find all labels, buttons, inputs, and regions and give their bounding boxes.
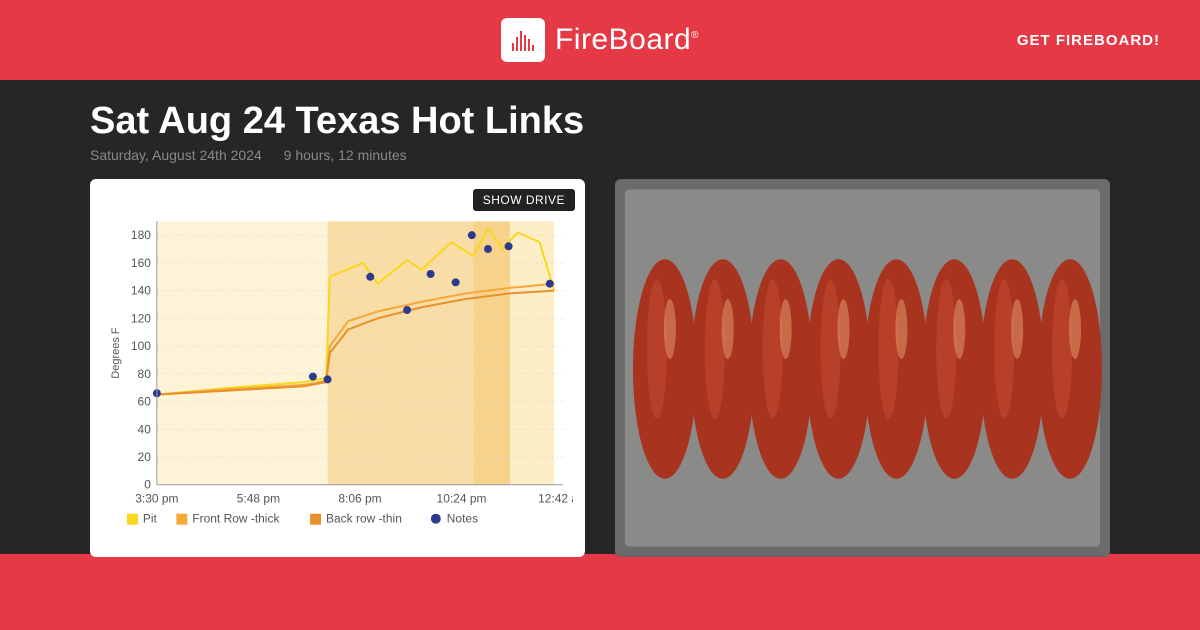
logo-icon [501, 18, 545, 62]
page-title: Sat Aug 24 Texas Hot Links [90, 100, 1110, 143]
brand-name: FireBoard® [555, 23, 699, 57]
svg-text:180: 180 [131, 228, 151, 242]
show-drive-button[interactable]: SHOW DRIVE [473, 189, 575, 211]
main-content: Sat Aug 24 Texas Hot Links Saturday, Aug… [0, 80, 1200, 554]
svg-text:5:48 pm: 5:48 pm [237, 492, 280, 506]
temperature-chart: 0 20 40 60 80 100 120 140 160 180 Degrees F 3:30 pm… [102, 191, 573, 545]
svg-text:100: 100 [131, 339, 151, 353]
svg-text:Notes: Notes [447, 512, 478, 526]
svg-text:80: 80 [138, 367, 152, 381]
svg-text:160: 160 [131, 256, 151, 270]
logo: FireBoard® [501, 18, 699, 62]
svg-text:Back row -thin: Back row -thin [326, 512, 402, 526]
svg-text:40: 40 [138, 422, 152, 436]
svg-text:0: 0 [144, 478, 151, 492]
svg-text:140: 140 [131, 284, 151, 298]
get-fireboard-link[interactable]: GET FIREBOARD! [1017, 32, 1160, 49]
svg-text:Degrees F: Degrees F [110, 327, 122, 379]
svg-text:20: 20 [138, 450, 152, 464]
svg-text:Pit: Pit [143, 512, 158, 526]
session-meta: Saturday, August 24th 2024 9 hours, 12 m… [90, 147, 1110, 163]
svg-text:3:30 pm: 3:30 pm [135, 492, 178, 506]
svg-text:60: 60 [138, 395, 152, 409]
svg-text:12:42 am: 12:42 am [538, 492, 573, 506]
session-duration: 9 hours, 12 minutes [284, 147, 407, 163]
footer [0, 554, 1200, 630]
svg-text:8:06 pm: 8:06 pm [338, 492, 381, 506]
chart-card: SHOW DRIVE 0 20 40 60 80 100 120 140 160 180 Degre… [90, 179, 585, 557]
header: FireBoard® GET FIREBOARD! [0, 0, 1200, 80]
session-date: Saturday, August 24th 2024 [90, 147, 262, 163]
svg-text:120: 120 [131, 311, 151, 325]
svg-text:Front Row -thick: Front Row -thick [192, 512, 279, 526]
session-photo [615, 179, 1110, 557]
svg-text:10:24 pm: 10:24 pm [437, 492, 487, 506]
